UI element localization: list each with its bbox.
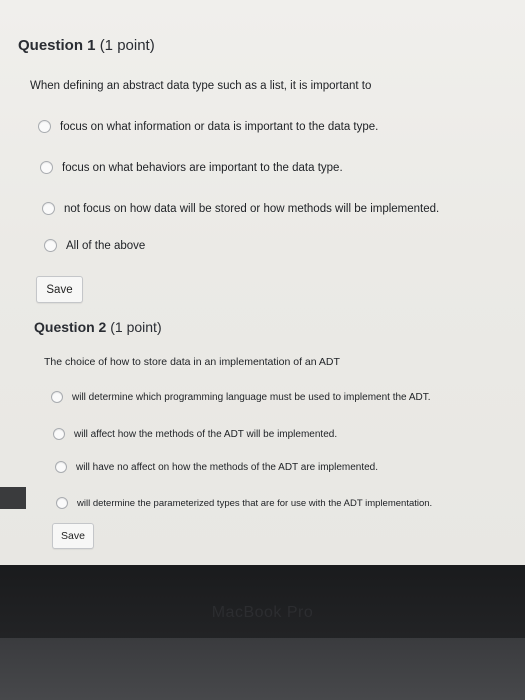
question-2-number: Question 2 [34,319,107,335]
option-label: focus on what information or data is imp… [60,120,379,133]
question-1-points: (1 point) [99,37,155,54]
radio-button[interactable] [53,428,65,440]
quiz-screen: Question 1 (1 point) When defining an ab… [0,0,525,565]
option-label: not focus on how data will be stored or … [64,202,440,215]
question-1-save-button[interactable]: Save [36,276,83,303]
question-1-option-3[interactable]: not focus on how data will be stored or … [42,202,439,215]
question-1-title: Question 1 (1 point) [18,37,155,54]
radio-button[interactable] [51,391,63,403]
radio-button[interactable] [44,239,57,252]
question-2-option-4[interactable]: will determine the parameterized types t… [56,497,432,509]
radio-button[interactable] [42,202,55,215]
question-2-points: (1 point) [110,319,162,335]
option-label: will have no affect on how the methods o… [76,461,379,473]
question-1-option-2[interactable]: focus on what behaviors are important to… [40,161,343,174]
side-tab[interactable] [0,487,26,509]
question-2-option-1[interactable]: will determine which programming languag… [51,391,431,403]
device-label: MacBook Pro [211,604,314,621]
question-1-prompt: When defining an abstract data type such… [30,80,372,92]
option-label: focus on what behaviors are important to… [62,161,343,174]
question-2-save-button[interactable]: Save [52,523,94,549]
question-2-option-3[interactable]: will have no affect on how the methods o… [55,461,378,473]
question-2-title: Question 2 (1 point) [34,319,162,335]
option-label: will determine the parameterized types t… [77,497,433,509]
question-1-option-4[interactable]: All of the above [44,239,145,252]
option-label: All of the above [66,239,146,252]
radio-button[interactable] [56,497,68,509]
question-2-option-2[interactable]: will affect how the methods of the ADT w… [53,428,337,440]
option-label: will determine which programming languag… [72,391,431,403]
question-2-prompt: The choice of how to store data in an im… [44,356,340,368]
keyboard-area [0,638,525,700]
radio-button[interactable] [40,161,53,174]
question-1-number: Question 1 [18,37,96,54]
option-label: will affect how the methods of the ADT w… [74,428,338,440]
question-1-option-1[interactable]: focus on what information or data is imp… [38,120,378,133]
radio-button[interactable] [55,461,67,473]
radio-button[interactable] [38,120,51,133]
